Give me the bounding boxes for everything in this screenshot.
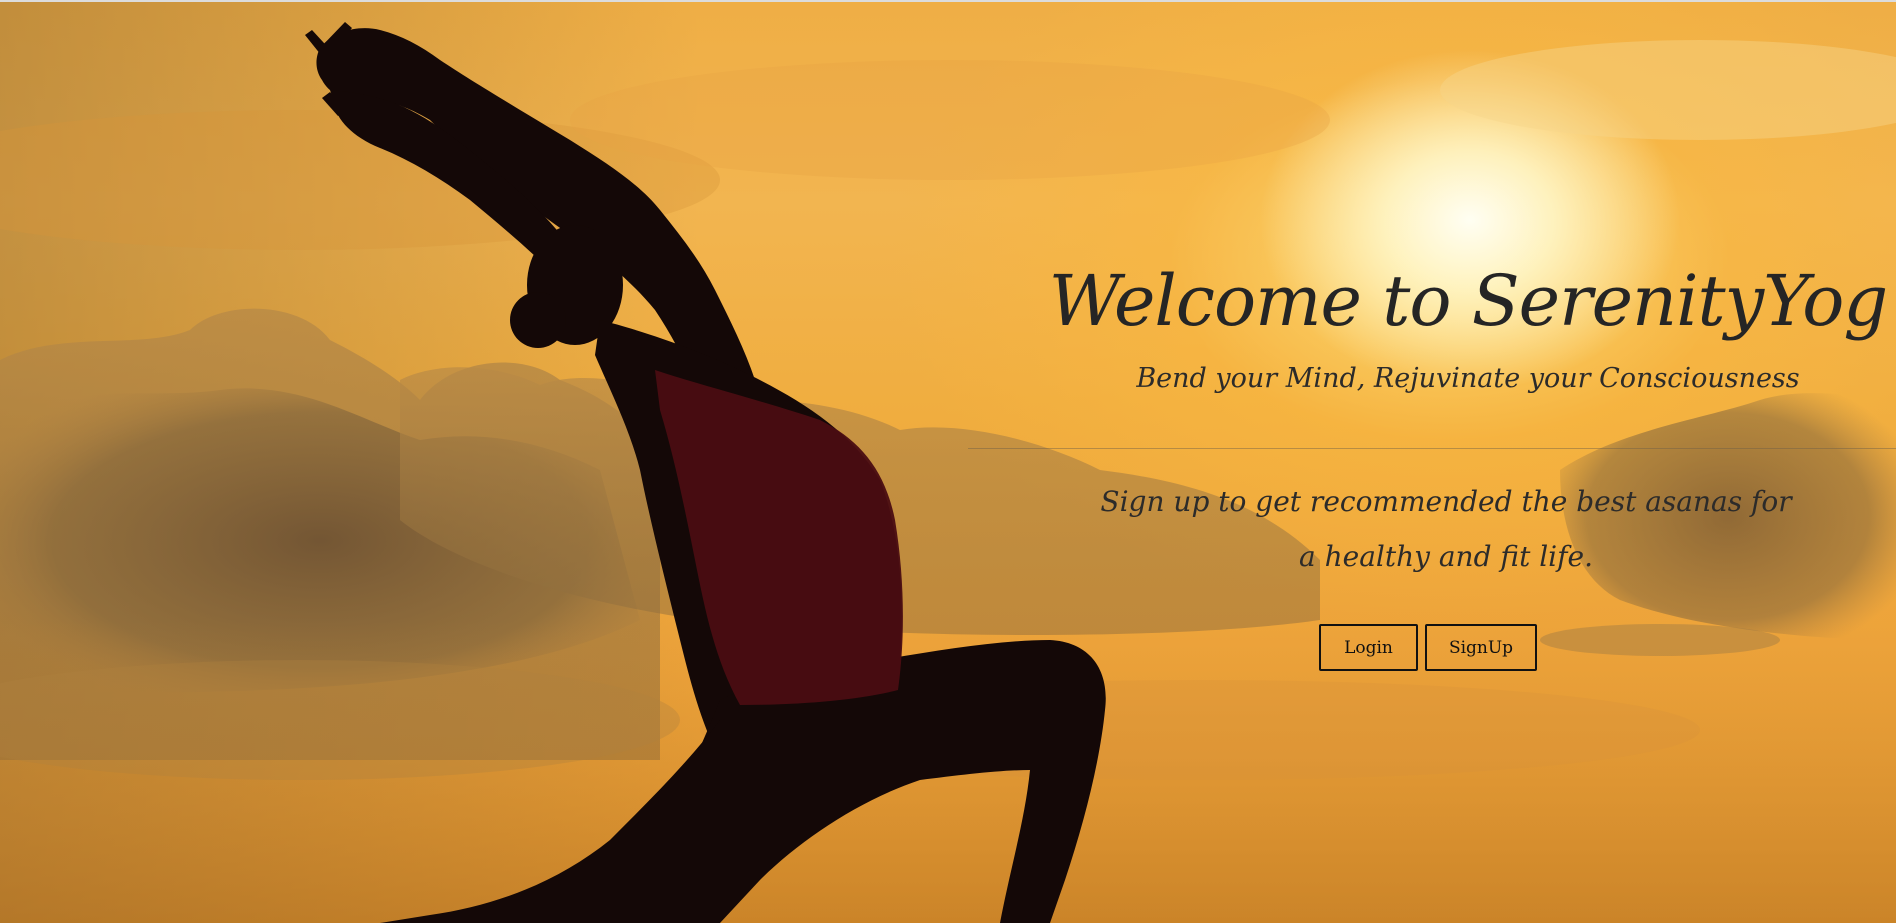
signup-button[interactable]: SignUp (1425, 624, 1537, 671)
hero-title: Welcome to SerenityYog (1048, 260, 1888, 342)
hero-subtitle: Bend your Mind, Rejuvinate your Consciou… (1136, 363, 1800, 394)
cta-text: Sign up to get recommended the best asan… (1100, 485, 1792, 573)
login-button[interactable]: Login (1319, 624, 1418, 671)
section-divider (968, 448, 1896, 449)
top-border (0, 0, 1896, 2)
hero-background-image (0, 0, 1896, 923)
auth-buttons: Login SignUp (1319, 624, 1537, 671)
hero-section: Welcome to SerenityYog Bend your Mind, R… (0, 0, 1896, 923)
hero-content: Welcome to SerenityYog Bend your Mind, R… (1040, 255, 1896, 397)
